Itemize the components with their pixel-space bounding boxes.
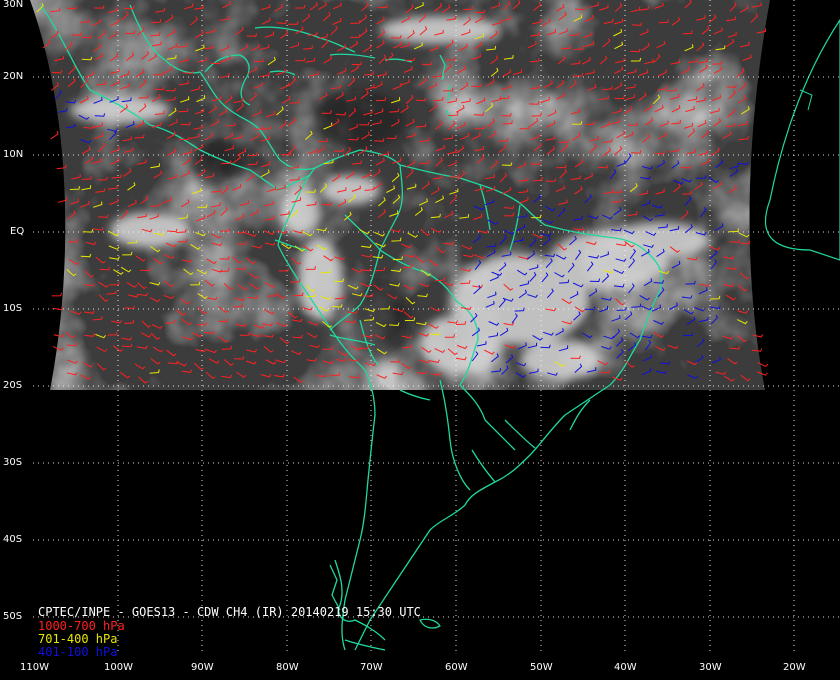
lon-label-110w: 110W bbox=[20, 662, 49, 673]
lon-label-70w: 70W bbox=[360, 662, 383, 673]
lon-label-80w: 80W bbox=[276, 662, 299, 673]
lat-label-10n: 10N bbox=[3, 149, 24, 160]
lat-label-20n: 20N bbox=[3, 71, 24, 82]
product-title: CPTEC/INPE - GOES13 - CDW CH4 (IR) 20140… bbox=[38, 605, 421, 619]
lon-label-30w: 30W bbox=[699, 662, 722, 673]
legend-high-level: 401-100 hPa bbox=[38, 645, 118, 659]
lon-label-50w: 50W bbox=[530, 662, 553, 673]
lat-label-eq: EQ bbox=[10, 226, 25, 237]
lat-label-50s: 50S bbox=[3, 611, 23, 622]
lat-label-30s: 30S bbox=[3, 457, 23, 468]
lon-label-60w: 60W bbox=[445, 662, 468, 673]
legend-low-level: 1000-700 hPa bbox=[38, 619, 125, 633]
lon-label-100w: 100W bbox=[104, 662, 133, 673]
lon-label-40w: 40W bbox=[614, 662, 637, 673]
satellite-map bbox=[0, 0, 840, 680]
lat-label-10s: 10S bbox=[3, 303, 23, 314]
lat-label-40s: 40S bbox=[3, 534, 23, 545]
lon-label-90w: 90W bbox=[191, 662, 214, 673]
legend-mid-level: 701-400 hPa bbox=[38, 632, 118, 646]
lat-label-20s: 20S bbox=[3, 380, 23, 391]
satellite-image bbox=[30, 0, 770, 390]
lon-label-20w: 20W bbox=[783, 662, 806, 673]
lat-label-30n: 30N bbox=[3, 0, 24, 10]
